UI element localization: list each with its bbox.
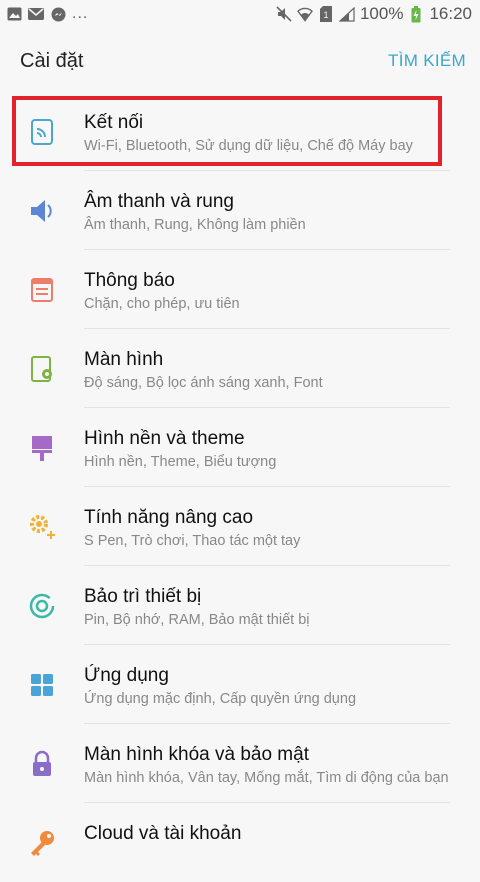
settings-item-notifications[interactable]: Thông báo Chặn, cho phép, ưu tiên [0, 250, 480, 329]
item-title: Ứng dụng [84, 665, 169, 686]
advanced-icon [27, 512, 57, 542]
item-title: Thông báo [84, 270, 175, 291]
more-notifications: ... [72, 5, 89, 22]
wallpaper-icon [27, 433, 57, 463]
display-icon [27, 354, 57, 384]
settings-item-maintenance[interactable]: Bảo trì thiết bị Pin, Bộ nhớ, RAM, Bảo m… [0, 566, 480, 645]
settings-item-cloud[interactable]: Cloud và tài khoản [0, 803, 480, 882]
highlight-box [12, 96, 442, 166]
item-title: Kết nối [84, 112, 144, 133]
maintenance-icon [27, 591, 57, 621]
item-subtitle: Độ sáng, Bộ lọc ánh sáng xanh, Font [84, 375, 323, 391]
settings-item-apps[interactable]: Ứng dụng Ứng dụng mặc định, Cấp quyền ứn… [0, 645, 480, 724]
search-button[interactable]: TÌM KIẾM [388, 51, 466, 71]
lock-icon [27, 749, 57, 779]
settings-list: Kết nối Wi-Fi, Bluetooth, Sử dụng dữ liệ… [0, 92, 480, 882]
item-subtitle: Màn hình khóa, Vân tay, Mống mắt, Tìm di… [84, 770, 449, 786]
item-subtitle: Wi-Fi, Bluetooth, Sử dụng dữ liệu, Chế đ… [84, 138, 413, 154]
item-subtitle: Hình nền, Theme, Biểu tượng [84, 454, 277, 470]
item-title: Bảo trì thiết bị [84, 586, 202, 607]
settings-item-wallpaper[interactable]: Hình nền và theme Hình nền, Theme, Biểu … [0, 408, 480, 487]
item-subtitle: Âm thanh, Rung, Không làm phiền [84, 217, 306, 233]
status-bar: ... 1 100% 16:20 [0, 0, 480, 30]
wifi-icon [297, 6, 313, 22]
mail-icon [28, 6, 44, 22]
item-title: Màn hình [84, 349, 164, 370]
battery-icon [408, 5, 424, 22]
status-bar-notifications: ... [6, 5, 88, 23]
settings-item-connections[interactable]: Kết nối Wi-Fi, Bluetooth, Sử dụng dữ liệ… [0, 92, 480, 171]
mute-icon [276, 6, 292, 22]
apps-icon [27, 670, 57, 700]
connection-icon [27, 117, 57, 147]
svg-text:1: 1 [323, 10, 328, 20]
volume-icon [27, 196, 57, 226]
app-bar: Cài đặt TÌM KIẾM [0, 30, 480, 92]
item-subtitle: Ứng dụng mặc định, Cấp quyền ứng dụng [84, 691, 357, 707]
page-title: Cài đặt [20, 50, 84, 72]
item-title: Cloud và tài khoản [84, 823, 242, 844]
item-title: Âm thanh và rung [84, 191, 234, 212]
item-subtitle: Pin, Bộ nhớ, RAM, Bảo mật thiết bị [84, 612, 310, 628]
signal-icon [338, 6, 355, 22]
status-bar-system: 1 100% 16:20 [276, 4, 472, 24]
messenger-icon [50, 6, 66, 22]
item-title: Tính năng nâng cao [84, 507, 254, 528]
settings-item-sound[interactable]: Âm thanh và rung Âm thanh, Rung, Không l… [0, 171, 480, 250]
settings-item-display[interactable]: Màn hình Độ sáng, Bộ lọc ánh sáng xanh, … [0, 329, 480, 408]
item-title: Hình nền và theme [84, 428, 245, 449]
item-title: Màn hình khóa và bảo mật [84, 744, 309, 765]
notification-icon [27, 275, 57, 305]
settings-item-lockscreen[interactable]: Màn hình khóa và bảo mật Màn hình khóa, … [0, 724, 480, 803]
item-subtitle: S Pen, Trò chơi, Thao tác một tay [84, 533, 301, 549]
sim-icon: 1 [318, 6, 334, 22]
image-icon [6, 6, 22, 22]
item-subtitle: Chặn, cho phép, ưu tiên [84, 296, 240, 312]
status-time: 16:20 [429, 4, 472, 23]
battery-percent: 100% [359, 4, 404, 23]
key-icon [27, 828, 57, 858]
settings-item-advanced[interactable]: Tính năng nâng cao S Pen, Trò chơi, Thao… [0, 487, 480, 566]
